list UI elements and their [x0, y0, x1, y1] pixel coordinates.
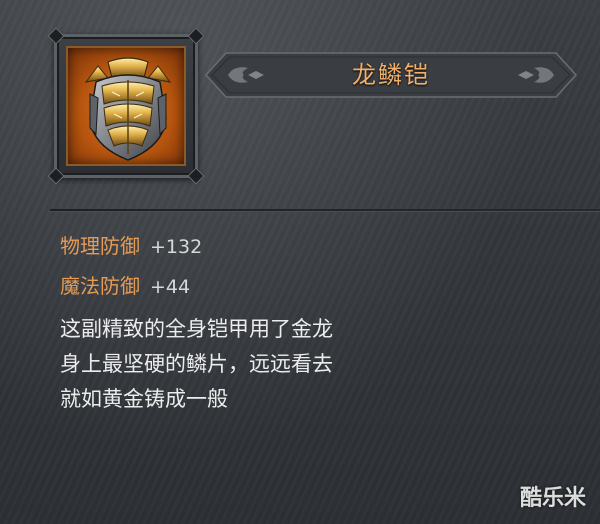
stat-value: +44: [150, 276, 191, 298]
item-tooltip-panel: 龙鳞铠 物理防御 +132 魔法防御 +44 这副精致的全身铠甲用了金龙 身上最坚硬…: [0, 0, 600, 524]
stat-value: +132: [150, 236, 203, 258]
description-line: 就如黄金铸成一般: [60, 387, 228, 411]
description-line: 这副精致的全身铠甲用了金龙: [60, 317, 333, 341]
item-name-banner: 龙鳞铠: [204, 50, 578, 100]
stat-physical-defense: 物理防御 +132: [60, 232, 202, 260]
stat-label: 物理防御: [60, 234, 140, 258]
item-description: 这副精致的全身铠甲用了金龙 身上最坚硬的鳞片，远远看去 就如黄金铸成一般: [60, 312, 460, 417]
dragon-scale-armor-icon: [66, 46, 186, 166]
item-icon-frame: [47, 27, 205, 185]
watermark: 酷乐米: [519, 486, 586, 511]
frame-corner: [47, 167, 65, 185]
stat-magic-defense: 魔法防御 +44: [60, 272, 190, 300]
item-name: 龙鳞铠: [352, 61, 430, 89]
frame-corner: [187, 27, 205, 45]
frame-corner: [47, 27, 65, 45]
section-divider: [50, 209, 600, 212]
frame-corner: [187, 167, 205, 185]
description-line: 身上最坚硬的鳞片，远远看去: [60, 352, 333, 376]
stat-label: 魔法防御: [60, 274, 140, 298]
